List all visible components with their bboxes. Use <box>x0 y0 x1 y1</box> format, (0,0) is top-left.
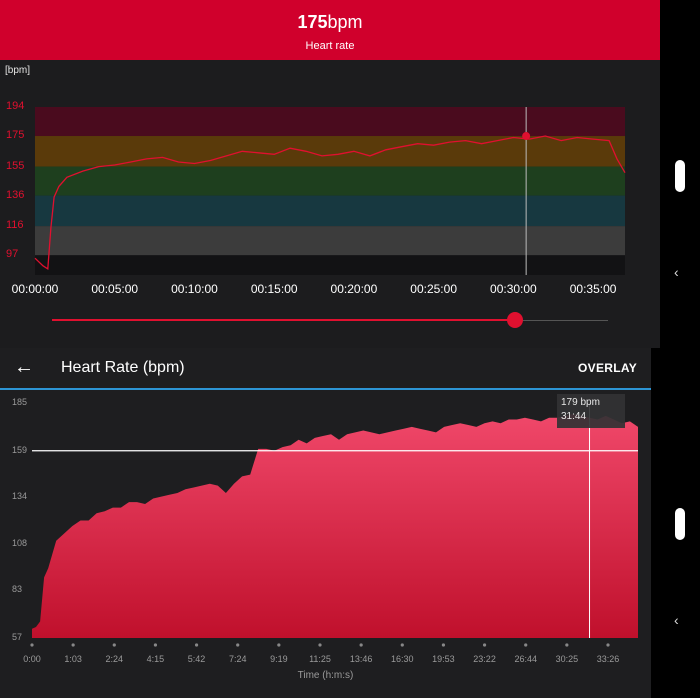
heart-rate-label: Heart rate <box>305 40 355 52</box>
home-pill-bottom[interactable] <box>675 508 685 540</box>
home-pill-top[interactable] <box>675 160 685 192</box>
x-tick-label: 00:20:00 <box>330 282 378 296</box>
zone-band-3 <box>35 195 625 227</box>
x-tick-label: 00:05:00 <box>91 282 139 296</box>
current-heart-rate-unit: bpm <box>327 12 363 32</box>
y-tick-label: 136 <box>6 188 25 201</box>
x-tick-label: 19:53 <box>432 654 455 664</box>
zone-band-4 <box>35 226 625 256</box>
x-tick-label: 26:44 <box>514 654 537 664</box>
time-slider-fill <box>52 319 515 321</box>
tooltip-time: 31:44 <box>561 411 587 422</box>
y-tick-label: 194 <box>6 100 25 112</box>
x-tick-dot <box>565 643 569 647</box>
page-title: Heart Rate (bpm) <box>61 359 185 376</box>
y-tick-label: 83 <box>12 584 23 595</box>
nav-back-icon-bottom[interactable]: ‹ <box>674 612 679 628</box>
y-tick-label: 57 <box>12 632 23 642</box>
x-tick-dot <box>441 643 446 647</box>
x-tick-dot <box>482 643 487 647</box>
x-tick-label: 23:22 <box>473 654 496 664</box>
x-tick-label: 00:10:00 <box>171 282 218 296</box>
x-tick-dot <box>359 643 363 647</box>
x-tick-label: 11:25 <box>309 654 331 664</box>
nav-back-icon-top[interactable]: ‹ <box>674 264 679 280</box>
heart-rate-area <box>32 414 638 638</box>
x-tick-label: 0:00 <box>23 654 41 664</box>
chart-tooltip: 179 bpm 31:44 <box>557 394 625 428</box>
x-tick-label: 16:30 <box>391 654 414 664</box>
x-tick-label: 30:25 <box>555 654 579 664</box>
cursor-marker <box>522 132 531 141</box>
x-tick-label: 33:26 <box>596 654 620 664</box>
x-tick-label: 1:03 <box>64 654 82 664</box>
current-heart-rate: 175bpm <box>0 12 660 33</box>
x-tick-label: 5:42 <box>187 654 206 664</box>
x-tick-label: 4:15 <box>146 654 165 664</box>
x-tick-label: 9:19 <box>270 654 288 664</box>
y-tick-label: 175 <box>6 129 25 142</box>
x-tick-dot <box>400 643 404 647</box>
x-tick-label: 00:30:00 <box>490 282 537 296</box>
overlay-button[interactable]: OVERLAY <box>578 361 637 375</box>
zone-band-2 <box>35 166 625 196</box>
x-tick-dot <box>606 643 610 647</box>
zone-band-0 <box>35 107 625 137</box>
x-tick-label: 00:25:00 <box>410 282 457 296</box>
y-tick-label: 185 <box>12 397 28 407</box>
heart-rate-zone-chart[interactable] <box>0 60 660 280</box>
y-tick-label: 159 <box>12 444 28 455</box>
y-tick-label: 155 <box>6 159 25 172</box>
x-tick-dot <box>524 643 528 647</box>
y-tick-label: 116 <box>6 219 24 232</box>
current-heart-rate-value: 175 <box>297 12 328 32</box>
top-header-bar: 175bpm Heart rate <box>0 0 660 60</box>
x-tick-dot <box>112 643 116 647</box>
x-tick-label: 7:24 <box>228 654 247 664</box>
x-tick-dot <box>318 643 322 647</box>
time-slider-thumb[interactable] <box>506 312 523 328</box>
y-tick-label: 108 <box>12 538 28 549</box>
x-tick-dot <box>71 643 75 647</box>
x-tick-dot <box>194 643 199 647</box>
x-tick-dot <box>236 643 240 647</box>
x-tick-dot <box>30 643 34 647</box>
x-tick-label: 00:35:00 <box>569 282 617 296</box>
zone-band-1 <box>35 136 625 167</box>
y-tick-label: 134 <box>12 490 28 501</box>
x-tick-dot <box>153 643 158 647</box>
x-tick-label: 00:15:00 <box>250 282 298 296</box>
back-arrow-icon[interactable]: ← <box>14 356 34 379</box>
heart-rate-area-chart[interactable] <box>0 390 651 660</box>
tooltip-value: 179 bpm <box>561 397 600 408</box>
x-tick-label: 13:46 <box>349 654 373 664</box>
x-tick-dot <box>277 643 281 647</box>
x-axis-label: Time (h:m:s) <box>297 670 354 681</box>
y-tick-label: 97 <box>6 248 19 261</box>
x-tick-label: 00:00:00 <box>11 282 59 296</box>
x-tick-label: 2:24 <box>105 654 124 664</box>
